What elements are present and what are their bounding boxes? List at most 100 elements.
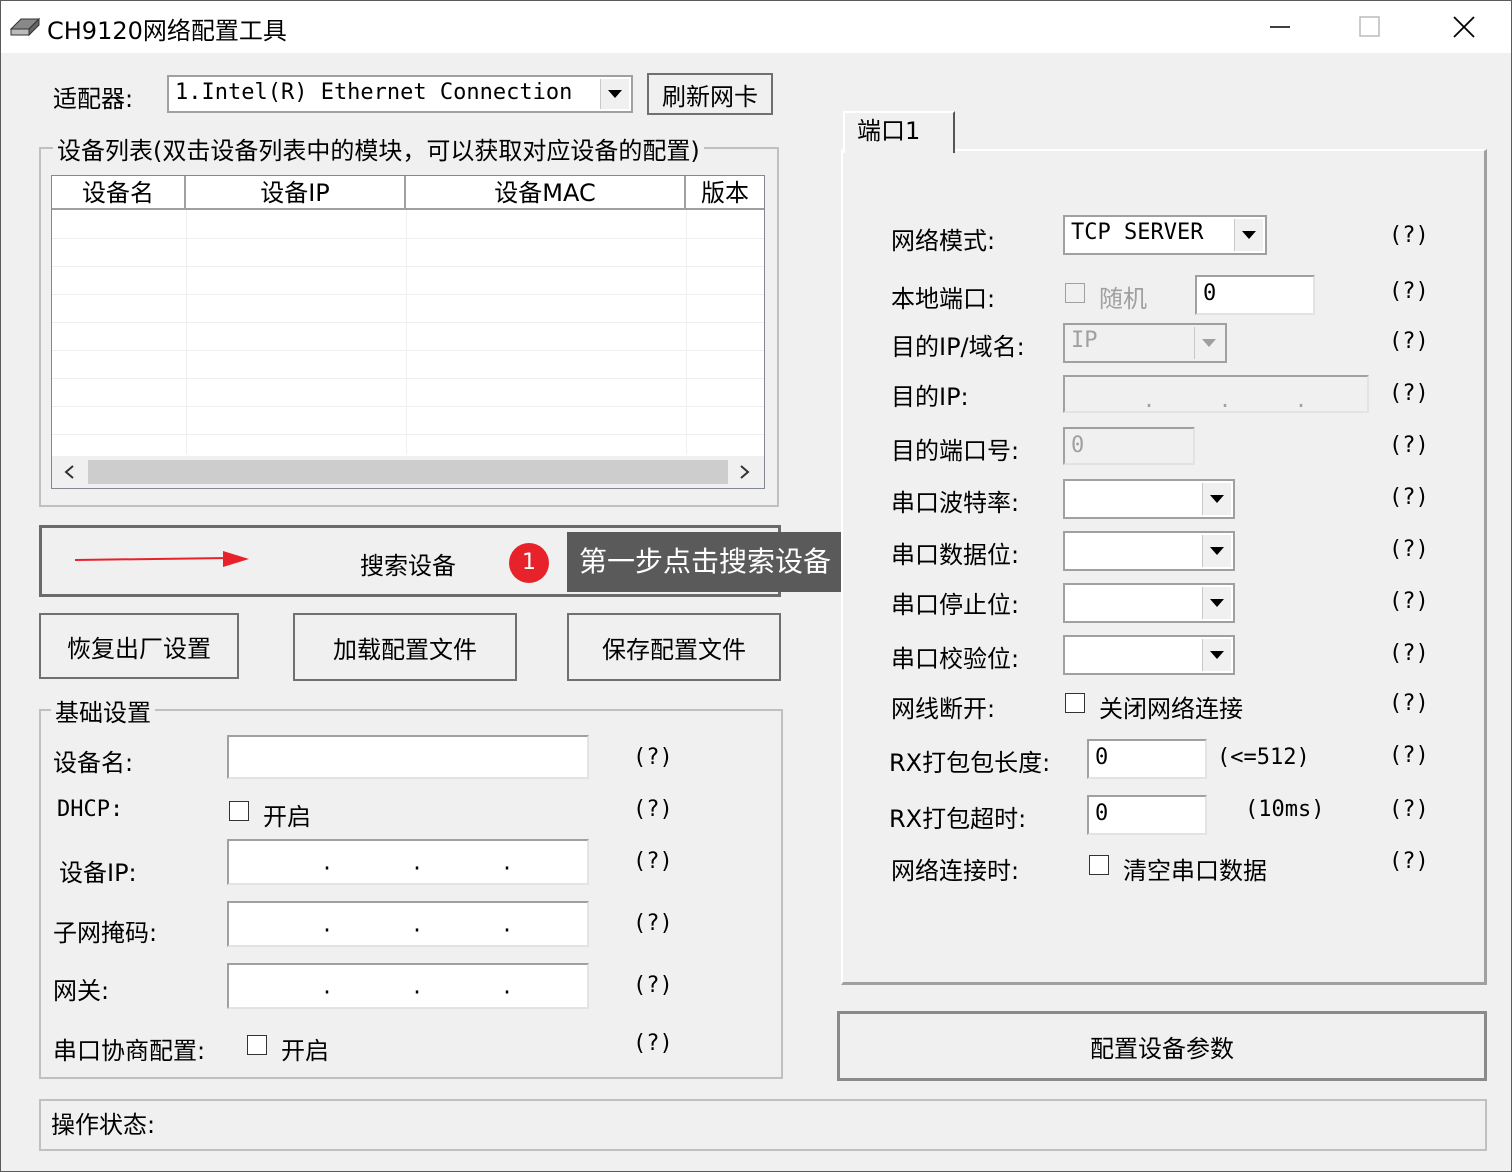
- help-cable-disconnect[interactable]: (?): [1389, 691, 1429, 716]
- network-mode-select[interactable]: TCP SERVER: [1063, 215, 1267, 255]
- chevron-down-icon: [1202, 535, 1231, 567]
- close-button[interactable]: [1429, 7, 1499, 47]
- help-parity[interactable]: (?): [1389, 641, 1429, 666]
- minimize-icon: [1270, 26, 1290, 28]
- maximize-button[interactable]: [1335, 7, 1405, 47]
- help-device-ip[interactable]: (?): [633, 849, 673, 874]
- subnet-mask-input[interactable]: · · ·: [227, 901, 589, 947]
- step-tooltip: 第一步点击搜索设备: [567, 532, 847, 592]
- chevron-down-icon: [1234, 219, 1263, 251]
- device-ip-label: 设备IP:: [59, 859, 137, 887]
- chevron-down-icon: [1202, 587, 1231, 619]
- help-rx-packet-timeout[interactable]: (?): [1389, 797, 1429, 822]
- column-header-device-name[interactable]: 设备名: [52, 176, 186, 210]
- configure-device-button[interactable]: 配置设备参数: [837, 1011, 1487, 1081]
- grid-line: [52, 322, 764, 323]
- factory-reset-button[interactable]: 恢复出厂设置: [39, 613, 239, 679]
- basic-settings-title: 基础设置: [51, 693, 155, 728]
- local-port-input[interactable]: 0: [1195, 275, 1315, 315]
- device-list[interactable]: 设备名 设备IP 设备MAC 版本: [51, 175, 765, 489]
- grid-line: [52, 266, 764, 267]
- close-connection-label: 关闭网络连接: [1099, 695, 1243, 723]
- minimize-button[interactable]: [1245, 7, 1315, 47]
- help-local-port[interactable]: (?): [1389, 279, 1429, 304]
- maximize-icon: [1359, 16, 1380, 37]
- status-bar: 操作状态:: [39, 1099, 1487, 1151]
- serial-negotiation-checkbox[interactable]: [247, 1035, 267, 1055]
- dest-ip-domain-select[interactable]: IP: [1063, 323, 1227, 363]
- serial-negotiation-check-label: 开启: [281, 1037, 329, 1065]
- gateway-label: 网关:: [53, 977, 110, 1005]
- clear-serial-label: 清空串口数据: [1123, 857, 1267, 885]
- help-network-mode[interactable]: (?): [1389, 223, 1429, 248]
- grid-line: [52, 406, 764, 407]
- adapter-select[interactable]: 1.Intel(R) Ethernet Connection: [167, 75, 633, 113]
- rx-packet-length-label: RX打包包长度:: [889, 749, 1051, 777]
- step-badge: 1: [509, 543, 549, 583]
- column-header-version[interactable]: 版本: [686, 176, 764, 210]
- device-ip-input[interactable]: · · ·: [227, 839, 589, 885]
- help-data-bits[interactable]: (?): [1389, 537, 1429, 562]
- horizontal-scrollbar[interactable]: [52, 456, 764, 488]
- baud-rate-label: 串口波特率:: [891, 489, 1020, 517]
- on-connect-label: 网络连接时:: [891, 857, 1020, 885]
- random-port-checkbox[interactable]: [1065, 283, 1085, 303]
- grid-line: [52, 350, 764, 351]
- help-dhcp[interactable]: (?): [633, 797, 673, 822]
- window-title: CH9120网络配置工具: [47, 17, 287, 45]
- parity-label: 串口校验位:: [891, 645, 1020, 673]
- main-window: CH9120网络配置工具 适配器: 1.Intel(R) Ethernet Co…: [0, 0, 1512, 1172]
- random-port-label: 随机: [1099, 285, 1147, 313]
- serial-negotiation-label: 串口协商配置:: [53, 1037, 206, 1065]
- help-baud-rate[interactable]: (?): [1389, 485, 1429, 510]
- help-dest-ip[interactable]: (?): [1389, 381, 1429, 406]
- help-stop-bits[interactable]: (?): [1389, 589, 1429, 614]
- stop-bits-select[interactable]: [1063, 583, 1235, 623]
- gateway-input[interactable]: · · ·: [227, 963, 589, 1009]
- save-config-button[interactable]: 保存配置文件: [567, 613, 781, 681]
- adapter-label: 适配器:: [53, 85, 134, 113]
- close-connection-checkbox[interactable]: [1065, 693, 1085, 713]
- refresh-adapter-button[interactable]: 刷新网卡: [647, 73, 773, 115]
- help-subnet-mask[interactable]: (?): [633, 911, 673, 936]
- help-gateway[interactable]: (?): [633, 973, 673, 998]
- baud-rate-select[interactable]: [1063, 479, 1235, 519]
- chevron-right-icon[interactable]: [738, 464, 752, 480]
- column-header-device-mac[interactable]: 设备MAC: [406, 176, 686, 210]
- network-mode-value: TCP SERVER: [1071, 220, 1204, 245]
- data-bits-select[interactable]: [1063, 531, 1235, 571]
- grid-line: [52, 294, 764, 295]
- grid-line: [686, 210, 687, 454]
- dest-ip-input[interactable]: ...: [1063, 375, 1369, 413]
- help-device-name[interactable]: (?): [633, 745, 673, 770]
- stop-bits-label: 串口停止位:: [891, 591, 1020, 619]
- load-config-button[interactable]: 加载配置文件: [293, 613, 517, 681]
- rx-packet-length-hint: (<=512): [1217, 745, 1310, 770]
- help-rx-packet-length[interactable]: (?): [1389, 743, 1429, 768]
- grid-line: [186, 210, 187, 454]
- scrollbar-thumb[interactable]: [88, 460, 728, 484]
- rx-packet-length-input[interactable]: 0: [1087, 739, 1207, 779]
- tab-port-1[interactable]: 端口1: [843, 111, 955, 153]
- help-on-connect[interactable]: (?): [1389, 849, 1429, 874]
- dest-port-input[interactable]: 0: [1063, 427, 1195, 465]
- chevron-down-icon: [1202, 639, 1231, 671]
- clear-serial-checkbox[interactable]: [1089, 855, 1109, 875]
- chevron-down-icon: [1202, 483, 1231, 515]
- adapter-value: 1.Intel(R) Ethernet Connection: [175, 80, 573, 105]
- parity-select[interactable]: [1063, 635, 1235, 675]
- chevron-down-icon: [600, 79, 629, 109]
- help-dest-ip-domain[interactable]: (?): [1389, 329, 1429, 354]
- cable-disconnect-label: 网线断开:: [891, 695, 996, 723]
- subnet-mask-label: 子网掩码:: [53, 919, 158, 947]
- dest-ip-domain-label: 目的IP/域名:: [891, 333, 1025, 361]
- help-serial-negotiation[interactable]: (?): [633, 1031, 673, 1056]
- dhcp-checkbox[interactable]: [229, 801, 249, 821]
- title-bar: CH9120网络配置工具: [1, 1, 1511, 53]
- column-header-device-ip[interactable]: 设备IP: [186, 176, 406, 210]
- grid-line: [406, 210, 407, 454]
- chevron-left-icon[interactable]: [62, 464, 76, 480]
- device-name-input[interactable]: [227, 735, 589, 779]
- rx-packet-timeout-input[interactable]: 0: [1087, 795, 1207, 835]
- help-dest-port[interactable]: (?): [1389, 433, 1429, 458]
